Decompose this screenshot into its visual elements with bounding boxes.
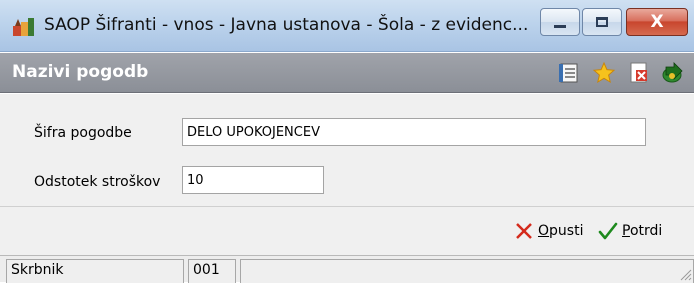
red-x-icon <box>516 223 532 239</box>
window-title: SAOP Šifranti - vnos - Javna ustanova - … <box>44 15 529 35</box>
cancel-button[interactable]: Opusti <box>514 220 583 242</box>
sifra-pogodbe-label: Šifra pogodbe <box>34 125 132 141</box>
odstotek-stroskov-input[interactable]: 10 <box>182 166 324 194</box>
odstotek-stroskov-label: Odstotek stroškov <box>34 174 161 190</box>
delete-document-icon[interactable] <box>627 61 651 85</box>
status-extra <box>240 259 694 283</box>
minimize-button[interactable] <box>540 8 580 36</box>
form-panel: Šifra pogodbe DELO UPOKOJENCEV Odstotek … <box>0 94 694 206</box>
confirm-label: Potrdi <box>622 223 663 239</box>
star-icon[interactable] <box>592 61 616 85</box>
confirm-button[interactable]: Potrdi <box>598 220 662 242</box>
section-header: Nazivi pogodb <box>0 53 694 93</box>
resize-grip-icon[interactable] <box>678 267 692 281</box>
sifra-pogodbe-input[interactable]: DELO UPOKOJENCEV <box>182 118 646 146</box>
close-button[interactable]: X <box>626 8 688 36</box>
exit-icon[interactable] <box>660 61 684 85</box>
status-owner-code: 001 <box>188 259 236 283</box>
status-owner-label: Skrbnik <box>6 259 184 283</box>
maximize-button[interactable] <box>582 8 622 36</box>
cancel-label: Opusti <box>538 223 584 239</box>
application-window: SAOP Šifranti - vnos - Javna ustanova - … <box>0 0 694 283</box>
minimize-icon <box>554 24 566 28</box>
maximize-icon <box>596 17 608 27</box>
green-check-icon <box>598 222 618 240</box>
action-bar: Opusti Potrdi <box>0 207 694 255</box>
section-title: Nazivi pogodb <box>12 62 149 82</box>
title-bar[interactable]: SAOP Šifranti - vnos - Javna ustanova - … <box>0 0 694 52</box>
list-icon[interactable] <box>557 61 581 85</box>
status-bar: Skrbnik 001 <box>0 255 694 283</box>
close-icon: X <box>650 12 664 32</box>
saop-app-icon <box>13 18 34 36</box>
